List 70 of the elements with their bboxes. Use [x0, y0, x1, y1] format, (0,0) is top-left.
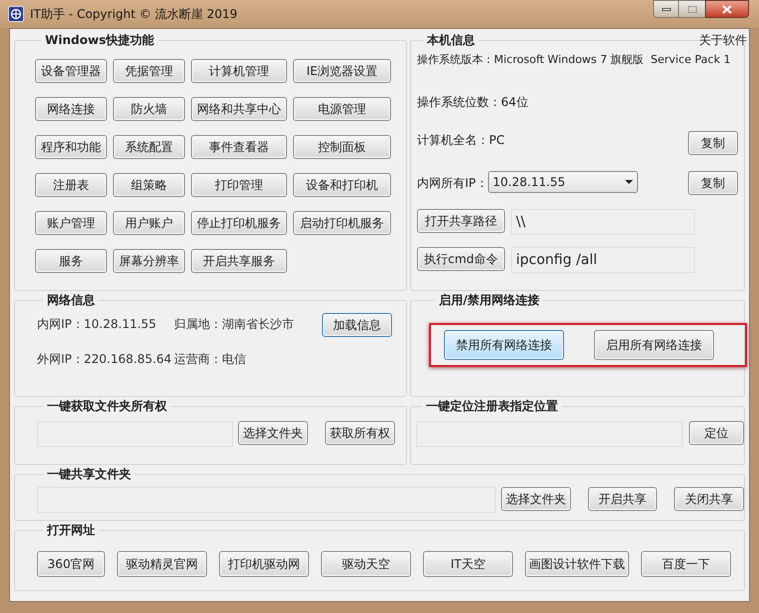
shortcut-button[interactable]: 程序和功能: [35, 135, 107, 159]
shortcut-button[interactable]: 计算机管理: [191, 59, 287, 83]
shortcut-button[interactable]: 网络和共享中心: [191, 97, 287, 121]
section-title: 一键获取文件夹所有权: [46, 398, 168, 415]
about-link[interactable]: 关于软件: [699, 31, 747, 49]
section-title: 一键共享文件夹: [46, 466, 132, 483]
input-field[interactable]: ipconfig /all: [511, 247, 695, 273]
copy-button[interactable]: 复制: [688, 171, 738, 195]
network-toggle-button[interactable]: 禁用所有网络连接: [444, 330, 564, 360]
minimize-button[interactable]: [653, 0, 679, 18]
website-button[interactable]: 百度一下: [641, 551, 731, 577]
os-version-text: 操作系统版本：Microsoft Windows 7 旗舰版 Service Pack 1: [417, 53, 732, 68]
section-title: 启用/禁用网络连接: [438, 292, 540, 309]
shortcut-button[interactable]: 开启共享服务: [191, 249, 287, 273]
network-toggle-button[interactable]: 启用所有网络连接: [594, 330, 714, 360]
section-title: Windows快捷功能: [44, 32, 155, 49]
shortcut-button[interactable]: 屏幕分辨率: [113, 249, 185, 273]
shortcut-button[interactable]: 设备和打印机: [293, 173, 391, 197]
website-button[interactable]: 360官网: [37, 551, 105, 577]
website-button[interactable]: 画图设计软件下载: [525, 551, 629, 577]
computer-name-text: 计算机全名：PC: [417, 132, 505, 149]
shortcut-button[interactable]: 凭据管理: [113, 59, 185, 83]
ip-label: 内网所有IP：: [417, 175, 488, 192]
section-title: 打开网址: [46, 522, 96, 539]
take-ownership-button[interactable]: 获取所有权: [325, 421, 395, 445]
maximize-button[interactable]: [679, 0, 705, 18]
wan-ip-text: 外网IP：220.168.85.64: [37, 351, 173, 368]
shortcut-button[interactable]: 系统配置: [113, 135, 185, 159]
input-field[interactable]: \\: [511, 209, 695, 235]
lan-ip-text: 内网IP：10.28.11.55: [37, 316, 158, 333]
load-info-button[interactable]: 加载信息: [322, 313, 392, 337]
copy-button[interactable]: 复制: [688, 131, 738, 155]
location-text: 归属地：湖南省长沙市: [174, 316, 295, 333]
stop-share-button[interactable]: 关闭共享: [674, 487, 744, 511]
shortcut-button[interactable]: 控制面板: [293, 135, 391, 159]
shortcut-button[interactable]: 打印管理: [191, 173, 287, 197]
choose-folder-button[interactable]: 选择文件夹: [238, 421, 308, 445]
website-button[interactable]: 驱动精灵官网: [117, 551, 207, 577]
shortcut-button[interactable]: 用户账户: [113, 211, 185, 235]
shortcut-button[interactable]: IE浏览器设置: [293, 59, 391, 83]
shortcut-button[interactable]: 服务: [35, 249, 107, 273]
website-button[interactable]: 打印机驱动网: [219, 551, 309, 577]
website-button[interactable]: IT天空: [423, 551, 513, 577]
ip-dropdown[interactable]: 10.28.11.55: [488, 171, 638, 193]
close-button[interactable]: [705, 0, 749, 18]
website-button[interactable]: 驱动天空: [321, 551, 411, 577]
shortcut-button[interactable]: 账户管理: [35, 211, 107, 235]
os-bits-text: 操作系统位数：64位: [417, 94, 530, 111]
section-title: 一键定位注册表指定位置: [425, 398, 559, 415]
shortcut-button[interactable]: 组策略: [113, 173, 185, 197]
run-cmd-button[interactable]: 执行cmd命令: [417, 247, 505, 271]
section-title: 本机信息: [426, 32, 476, 49]
shortcut-button[interactable]: 停止打印机服务: [191, 211, 287, 235]
close-icon: [722, 4, 732, 14]
shortcut-button[interactable]: 设备管理器: [35, 59, 107, 83]
open-share-button[interactable]: 打开共享路径: [417, 209, 505, 233]
caret-icon: [624, 180, 633, 184]
locate-button[interactable]: 定位: [688, 421, 744, 445]
choose-folder-button[interactable]: 选择文件夹: [501, 487, 571, 511]
shortcut-button[interactable]: 网络连接: [35, 97, 107, 121]
section-title: 网络信息: [46, 292, 96, 309]
shortcut-button[interactable]: 启动打印机服务: [293, 211, 391, 235]
shortcut-button[interactable]: 注册表: [35, 173, 107, 197]
isp-text: 运营商：电信: [174, 351, 247, 368]
shortcut-button[interactable]: 事件查看器: [191, 135, 287, 159]
app-icon: [8, 6, 24, 22]
window-title: IT助手 - Copyright © 流水断崖 2019: [30, 6, 238, 23]
shortcut-button[interactable]: 电源管理: [293, 97, 391, 121]
start-share-button[interactable]: 开启共享: [588, 487, 658, 511]
shortcut-button[interactable]: 防火墙: [113, 97, 185, 121]
